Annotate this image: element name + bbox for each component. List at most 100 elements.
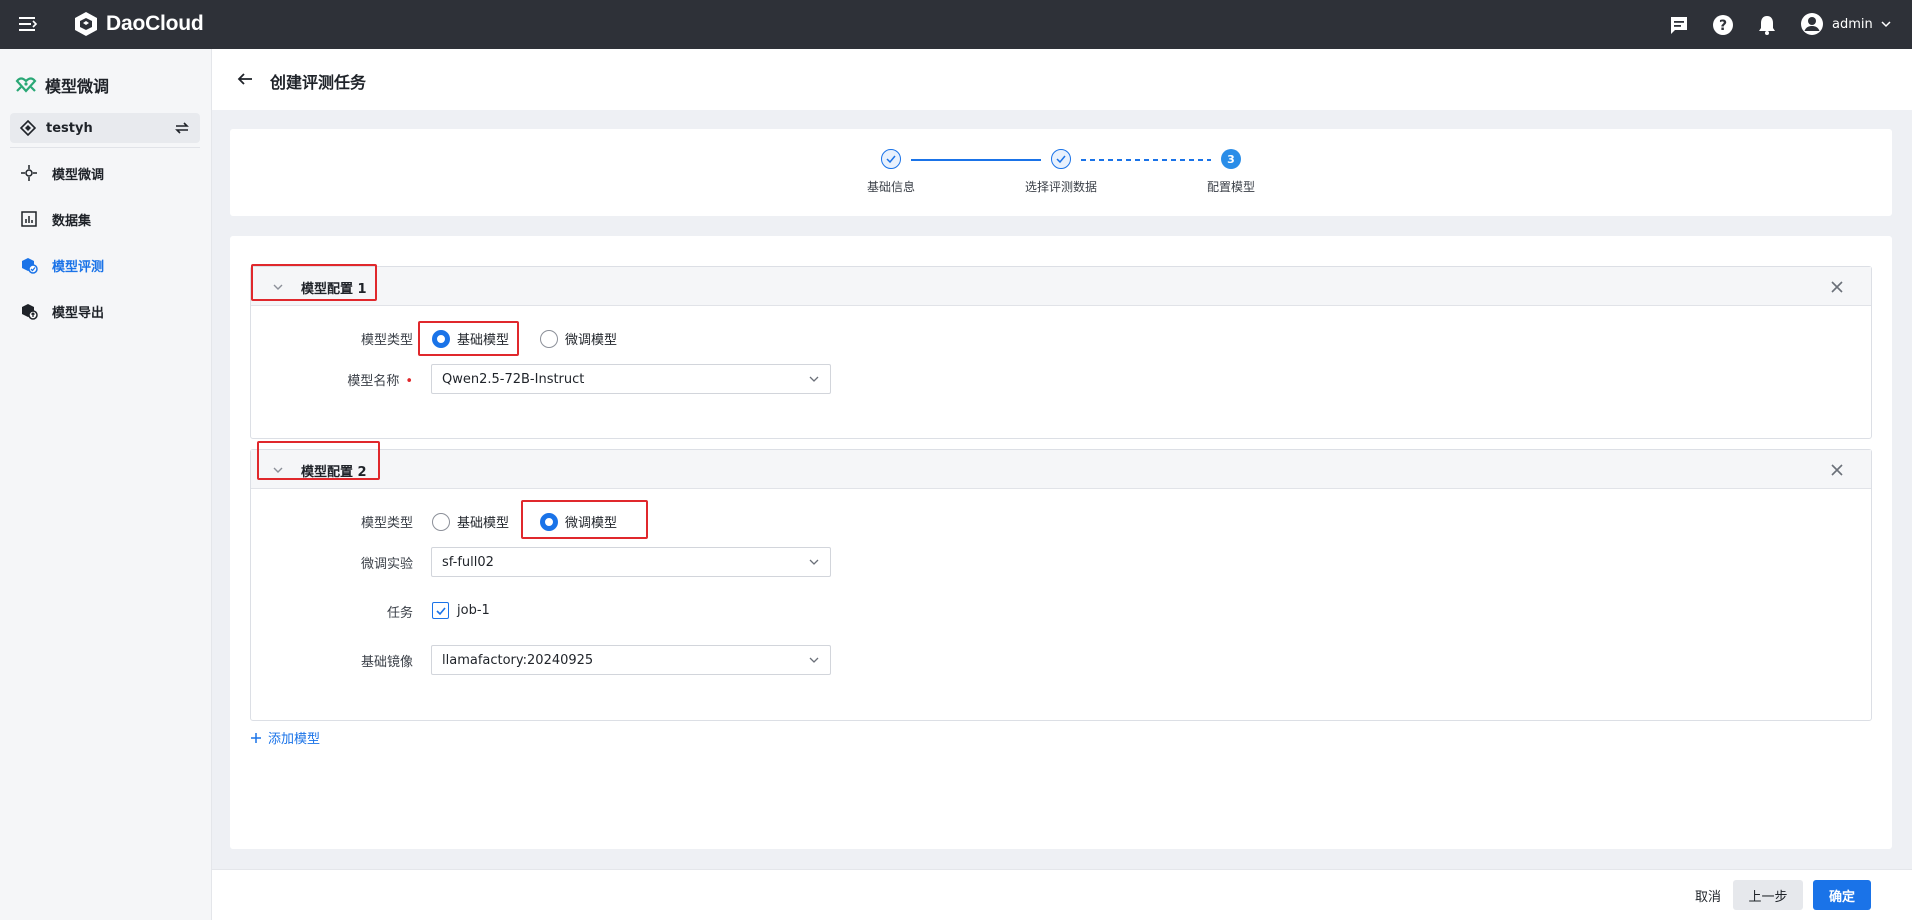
radio-circle xyxy=(540,512,558,531)
workspace-icon xyxy=(20,120,36,136)
sidebar: 模型微调 testyh 模型微调 数据集 模型评测 模型导出 xyxy=(0,49,212,920)
sidebar-item-dataset[interactable]: 数据集 xyxy=(10,201,200,237)
model-type-row: 模型类型 xyxy=(251,323,413,353)
select-value: Qwen2.5-72B-Instruct xyxy=(442,371,585,387)
workspace-switcher[interactable]: testyh xyxy=(10,113,200,143)
form-card: 模型配置 1 模型类型 基础模型 微调模型 模型名称 • Qwen2.5-72B-… xyxy=(230,236,1892,849)
model-type-label: 模型类型 xyxy=(360,332,413,348)
export-icon xyxy=(22,304,38,320)
sidebar-item-label: 模型微调 xyxy=(52,167,105,183)
radio-base-model[interactable]: 基础模型 xyxy=(432,512,509,531)
select-value: llamafactory:20240925 xyxy=(442,652,594,668)
user-menu[interactable]: admin xyxy=(1800,12,1891,36)
task-row: 任务 xyxy=(251,596,413,626)
back-arrow-icon[interactable] xyxy=(236,70,254,88)
radio-finetune-model[interactable]: 微调模型 xyxy=(540,512,617,531)
cancel-button[interactable]: 取消 xyxy=(1678,880,1738,910)
prev-step-button[interactable]: 上一步 xyxy=(1733,880,1803,910)
add-model-button[interactable]: 添加模型 xyxy=(250,728,320,747)
workspace-name: testyh xyxy=(46,120,93,136)
confirm-button[interactable]: 确定 xyxy=(1813,880,1871,910)
chevron-down-icon[interactable] xyxy=(271,463,285,477)
check-icon xyxy=(881,149,901,169)
model-name-label: 模型名称 • xyxy=(347,370,413,389)
chevron-down-icon[interactable] xyxy=(271,280,285,294)
chevron-down-icon xyxy=(1881,21,1891,28)
sidebar-title-text: 模型微调 xyxy=(45,77,110,96)
help-icon[interactable]: ? xyxy=(1711,13,1735,37)
model-config-panel-1: 模型配置 1 模型类型 基础模型 微调模型 模型名称 • Qwen2.5-72B-… xyxy=(250,266,1872,439)
step-config-model: 3 配置模型 xyxy=(1161,149,1301,195)
radio-label: 基础模型 xyxy=(457,333,510,348)
logo-text: DaoCloud xyxy=(106,12,204,35)
model-type-label: 模型类型 xyxy=(360,515,413,531)
experiment-select[interactable]: sf-full02 xyxy=(431,547,831,577)
chevron-down-icon xyxy=(809,376,819,382)
sidebar-item-label: 模型评测 xyxy=(52,259,105,275)
page-header: 创建评测任务 xyxy=(212,49,1912,110)
model-name-row: 模型名称 • xyxy=(251,364,413,394)
check-icon xyxy=(1051,149,1071,169)
step-select-data: 选择评测数据 xyxy=(991,149,1131,195)
step-number: 3 xyxy=(1221,149,1241,169)
model-name-label-text: 模型名称 xyxy=(347,373,400,389)
panel-header[interactable]: 模型配置 2 xyxy=(251,450,1871,489)
step-basic-info: 基础信息 xyxy=(821,149,961,195)
step-label: 配置模型 xyxy=(1206,180,1255,194)
daocloud-logo-icon xyxy=(75,12,97,36)
radio-circle xyxy=(432,512,450,531)
radio-circle xyxy=(540,329,558,348)
task-checkbox[interactable]: job-1 xyxy=(432,602,490,619)
sidebar-item-label: 数据集 xyxy=(52,213,92,229)
radio-label: 微调模型 xyxy=(565,333,618,348)
menu-icon[interactable] xyxy=(18,15,38,33)
image-select[interactable]: llamafactory:20240925 xyxy=(431,645,831,675)
image-row: 基础镜像 xyxy=(251,645,413,675)
check-icon xyxy=(432,602,449,619)
step-label: 选择评测数据 xyxy=(1024,180,1097,194)
close-icon[interactable] xyxy=(1829,462,1845,478)
daocloud-logo[interactable]: DaoCloud xyxy=(72,10,204,38)
model-type-row: 模型类型 xyxy=(251,506,413,536)
switch-icon[interactable] xyxy=(174,120,190,136)
image-label: 基础镜像 xyxy=(360,654,413,670)
sidebar-title: 模型微调 xyxy=(15,73,109,97)
radio-finetune-model[interactable]: 微调模型 xyxy=(540,329,617,348)
plus-icon xyxy=(251,732,261,743)
chevron-down-icon xyxy=(809,559,819,565)
select-value: sf-full02 xyxy=(442,554,494,570)
user-name: admin xyxy=(1832,16,1873,32)
bell-icon[interactable] xyxy=(1755,13,1779,37)
radio-label: 微调模型 xyxy=(565,516,618,531)
radio-circle xyxy=(432,329,450,348)
panel-header[interactable]: 模型配置 1 xyxy=(251,267,1871,306)
model-name-select[interactable]: Qwen2.5-72B-Instruct xyxy=(431,364,831,394)
experiment-row: 微调实验 xyxy=(251,547,413,577)
panel-title: 模型配置 1 xyxy=(301,282,367,297)
sidebar-item-export[interactable]: 模型导出 xyxy=(10,293,200,329)
radio-label: 基础模型 xyxy=(457,516,510,531)
radio-base-model[interactable]: 基础模型 xyxy=(432,329,509,348)
sidebar-divider xyxy=(10,147,200,148)
close-icon[interactable] xyxy=(1829,279,1845,295)
svg-text:?: ? xyxy=(1719,18,1727,34)
message-icon[interactable] xyxy=(1667,13,1691,37)
footer-bar: 取消 上一步 确定 xyxy=(212,869,1912,920)
sidebar-item-label: 模型导出 xyxy=(52,305,105,321)
add-model-label: 添加模型 xyxy=(268,732,321,747)
sidebar-item-evaluation[interactable]: 模型评测 xyxy=(10,247,200,283)
panel-title: 模型配置 2 xyxy=(301,465,367,480)
model-config-panel-2: 模型配置 2 模型类型 基础模型 微调模型 微调实验 sf-full02 任务 xyxy=(250,449,1872,721)
sidebar-item-fine-tune[interactable]: 模型微调 xyxy=(10,155,200,191)
top-bar: DaoCloud ? admin xyxy=(0,0,1912,49)
fine-tune-icon xyxy=(21,165,37,181)
required-mark: • xyxy=(405,373,413,389)
page-title: 创建评测任务 xyxy=(270,73,367,92)
task-label: 任务 xyxy=(386,605,413,621)
checkbox-label: job-1 xyxy=(457,603,490,618)
dataset-icon xyxy=(21,211,37,227)
chevron-down-icon xyxy=(809,657,819,663)
experiment-label: 微调实验 xyxy=(360,556,413,572)
evaluation-icon xyxy=(22,258,38,274)
avatar-icon xyxy=(1801,13,1823,35)
